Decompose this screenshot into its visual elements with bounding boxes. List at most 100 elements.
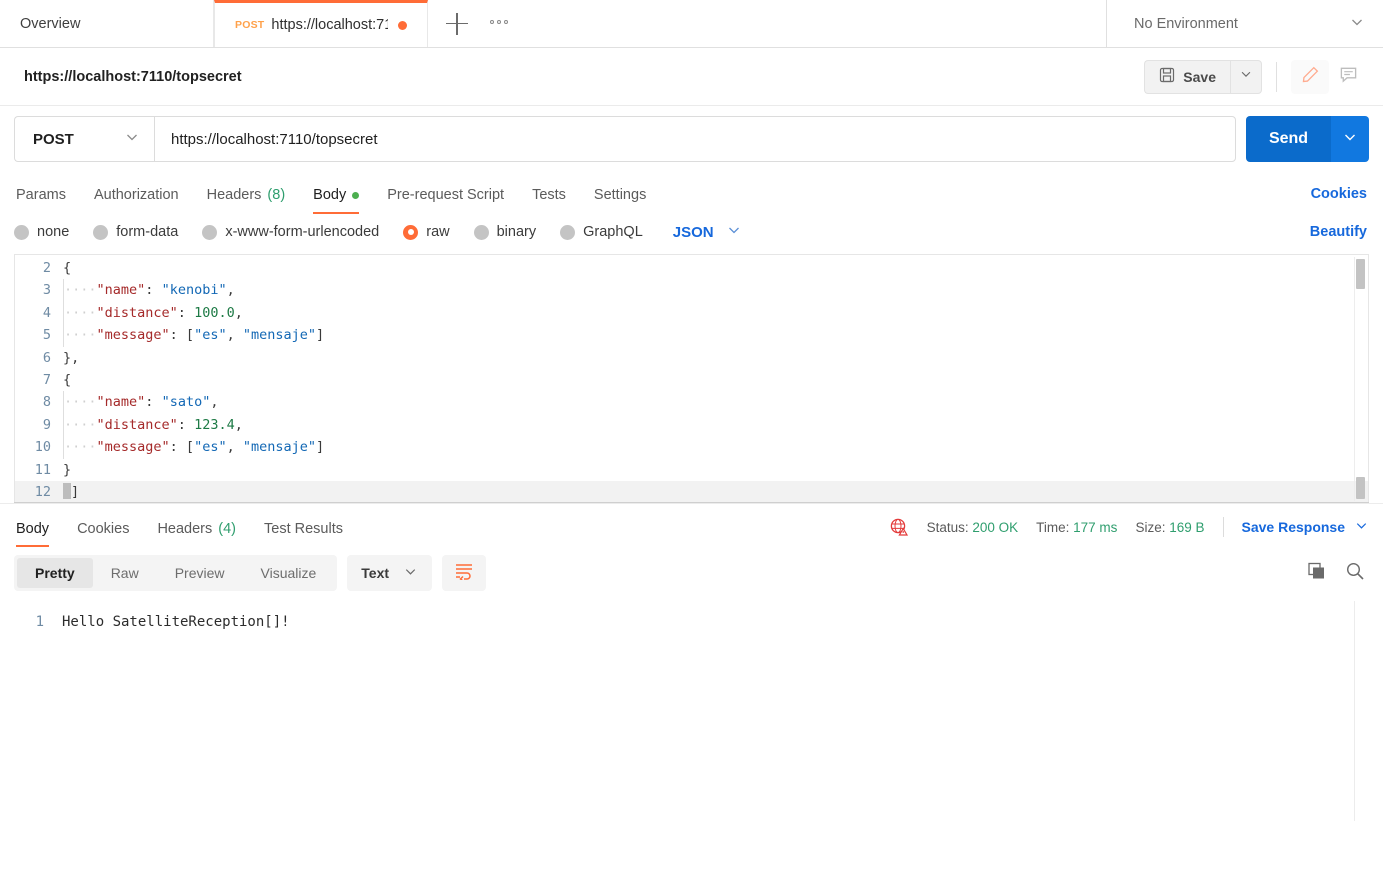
- response-tab-test-results[interactable]: Test Results: [250, 521, 357, 547]
- tab-request-name: https://localhost:7110: [271, 17, 388, 33]
- body-type-form-data[interactable]: form-data: [93, 224, 178, 240]
- url-input-value: https://localhost:7110/topsecret: [171, 130, 378, 148]
- time-group: Time: 177 ms: [1036, 520, 1117, 535]
- save-response-button[interactable]: Save Response: [1242, 518, 1370, 536]
- editor-vertical-scrollbar[interactable]: [1354, 257, 1366, 501]
- url-input[interactable]: https://localhost:7110/topsecret: [154, 116, 1236, 162]
- body-format-label: JSON: [672, 223, 714, 241]
- code-line[interactable]: 11}: [15, 459, 1368, 481]
- tab-settings-label: Settings: [593, 187, 647, 203]
- tab-headers[interactable]: Headers (8): [193, 187, 300, 214]
- view-mode-visualize[interactable]: Visualize: [243, 558, 335, 588]
- scrollbar-thumb-top[interactable]: [1356, 259, 1365, 289]
- code-token: :: [145, 394, 162, 411]
- http-method-label: POST: [33, 130, 74, 148]
- response-tab-body[interactable]: Body: [14, 521, 63, 547]
- code-line[interactable]: 5 ····"message": ["es", "mensaje"]: [15, 324, 1368, 347]
- tab-request-active[interactable]: POST https://localhost:7110: [214, 0, 428, 47]
- response-toolbar-right: [1307, 561, 1369, 586]
- send-button-group: Send: [1246, 116, 1369, 162]
- response-tab-body-label: Body: [16, 521, 50, 537]
- radio-icon: [560, 224, 576, 240]
- tab-pre-request-script[interactable]: Pre-request Script: [373, 187, 518, 214]
- tab-authorization[interactable]: Authorization: [80, 187, 193, 214]
- code-line[interactable]: 9 ····"distance": 123.4,: [15, 413, 1368, 437]
- body-type-graphql-label: GraphQL: [583, 224, 643, 240]
- code-token: "name": [96, 282, 146, 299]
- view-mode-raw[interactable]: Raw: [93, 558, 157, 588]
- response-tab-cookies[interactable]: Cookies: [63, 521, 143, 547]
- request-title-bar: https://localhost:7110/topsecret Save: [0, 48, 1383, 106]
- request-body-editor[interactable]: 2{3 ····"name": "kenobi", 4 ····"distance":…: [14, 254, 1369, 502]
- indent-guide-dots: ····: [64, 394, 97, 411]
- body-type-urlencoded[interactable]: x-www-form-urlencoded: [202, 224, 379, 240]
- code-line[interactable]: 2{: [15, 257, 1368, 279]
- environment-selector[interactable]: No Environment: [1106, 0, 1383, 47]
- response-format-selector[interactable]: Text: [347, 555, 433, 591]
- response-body[interactable]: 1 Hello SatelliteReception[]!: [0, 601, 1383, 851]
- view-mode-pretty[interactable]: Pretty: [17, 558, 93, 588]
- code-token: "message": [96, 327, 170, 344]
- view-mode-visualize-label: Visualize: [260, 565, 317, 581]
- beautify-link[interactable]: Beautify: [1310, 224, 1367, 240]
- code-line[interactable]: 12]: [15, 480, 1368, 502]
- code-line[interactable]: 4 ····"distance": 100.0,: [15, 301, 1368, 325]
- page-title: https://localhost:7110/topsecret: [24, 68, 242, 85]
- size-value: 169 B: [1169, 519, 1205, 535]
- view-mode-preview[interactable]: Preview: [157, 558, 243, 588]
- save-options-button[interactable]: [1230, 59, 1262, 94]
- code-token: :: [177, 304, 195, 321]
- request-tabs-right: Cookies: [1311, 185, 1369, 214]
- tab-bar-actions: [428, 0, 1106, 47]
- code-line[interactable]: 7{: [15, 369, 1368, 391]
- meta-divider: [1222, 517, 1224, 537]
- body-format-selector[interactable]: JSON: [673, 222, 742, 242]
- body-type-raw[interactable]: raw: [403, 224, 450, 240]
- chevron-down-icon: [1342, 129, 1358, 150]
- code-line[interactable]: 3 ····"name": "kenobi",: [15, 279, 1368, 302]
- response-tab-headers-count: (4): [218, 521, 236, 537]
- code-line[interactable]: 8 ····"name": "sato",: [15, 391, 1368, 414]
- send-button-label: Send: [1268, 130, 1309, 147]
- code-token: ]: [316, 327, 325, 344]
- tab-body[interactable]: Body: [299, 187, 373, 214]
- body-type-binary[interactable]: binary: [473, 224, 536, 240]
- save-button[interactable]: Save: [1144, 59, 1230, 94]
- code-line-content: {: [63, 369, 71, 391]
- tab-params[interactable]: Params: [14, 187, 80, 214]
- more-options-icon[interactable]: [490, 19, 508, 24]
- tab-overview[interactable]: Overview: [0, 0, 214, 47]
- request-body-code[interactable]: 2{3 ····"name": "kenobi", 4 ····"distance":…: [15, 255, 1368, 502]
- code-token: {: [63, 260, 72, 276]
- plus-icon[interactable]: [446, 12, 468, 35]
- code-line-content: }: [63, 459, 71, 481]
- send-button[interactable]: Send: [1246, 116, 1331, 162]
- body-type-none[interactable]: none: [14, 224, 69, 240]
- tab-settings[interactable]: Settings: [580, 187, 660, 214]
- scrollbar-thumb-bottom[interactable]: [1356, 477, 1365, 499]
- code-token: ,: [234, 304, 243, 321]
- word-wrap-icon: [454, 562, 474, 585]
- response-body-code: 1 Hello SatelliteReception[]!: [14, 611, 1369, 633]
- comment-button[interactable]: [1329, 60, 1367, 94]
- search-icon[interactable]: [1345, 561, 1365, 586]
- code-line[interactable]: 10 ····"message": ["es", "mensaje"]: [15, 436, 1368, 459]
- code-token: "es": [194, 439, 227, 456]
- edit-request-button[interactable]: [1291, 59, 1329, 94]
- code-line[interactable]: 6},: [15, 347, 1368, 369]
- line-number: 3: [42, 282, 51, 299]
- copy-icon[interactable]: [1307, 561, 1327, 586]
- http-method-selector[interactable]: POST: [14, 116, 154, 162]
- response-format-label: Text: [361, 565, 390, 581]
- response-tab-headers[interactable]: Headers (4): [143, 521, 250, 547]
- word-wrap-button[interactable]: [442, 555, 487, 591]
- floppy-disk-icon: [1159, 67, 1175, 86]
- cookies-link[interactable]: Cookies: [1311, 186, 1367, 202]
- body-type-graphql[interactable]: GraphQL: [560, 224, 643, 240]
- body-type-urlencoded-label: x-www-form-urlencoded: [225, 224, 380, 240]
- pencil-icon: [1301, 65, 1320, 89]
- line-number: 7: [42, 371, 51, 388]
- send-options-button[interactable]: [1331, 116, 1369, 162]
- code-token: "distance": [96, 416, 178, 433]
- tab-tests[interactable]: Tests: [518, 187, 580, 214]
